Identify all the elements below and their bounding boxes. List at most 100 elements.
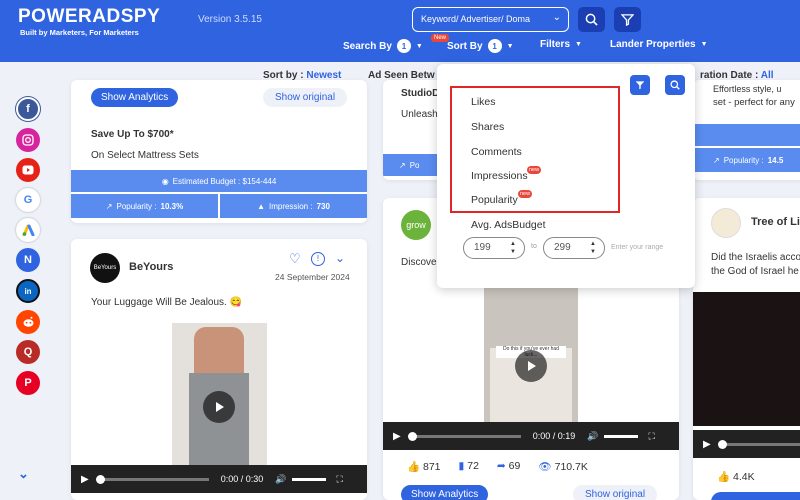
menu-filters[interactable]: Filters ▼: [540, 39, 582, 50]
likes-count: 871: [423, 461, 441, 473]
reddit-icon[interactable]: [16, 310, 40, 334]
version-label: Version 3.5.15: [198, 14, 262, 25]
linkedin-icon[interactable]: in: [16, 279, 40, 303]
stepper-arrows-icon[interactable]: ▲ ▼: [510, 240, 516, 256]
thumbs-up-icon: 👍: [717, 471, 731, 483]
video-controls: ▶ 0:00 / 0:30 🔊 ⛶: [71, 465, 367, 493]
comments-stat: ▮ 72: [459, 460, 479, 473]
ad-title: Save Up To $700*: [91, 129, 174, 140]
avatar: [711, 208, 741, 238]
impression-label: Impression :: [268, 201, 313, 211]
play-icon[interactable]: ▶: [703, 439, 711, 450]
trend-icon: ↗: [713, 155, 720, 165]
estimated-budget: Estimated Budget : $154-444: [172, 176, 277, 186]
ad-date: 24 September 2024: [275, 272, 350, 282]
native-icon[interactable]: N: [16, 248, 40, 272]
video-time: 0:00 / 0:30: [220, 474, 264, 484]
video-progress[interactable]: [407, 431, 521, 441]
thumbs-up-icon: 👍: [407, 461, 421, 473]
play-icon[interactable]: ▶: [393, 431, 401, 442]
chevron-down-icon: ▼: [575, 41, 582, 48]
menu-lander-label: Lander Properties: [610, 39, 696, 50]
google-ads-icon[interactable]: [16, 218, 40, 242]
shares-stat: ➦ 69: [497, 460, 520, 473]
share-icon: ➦: [496, 460, 506, 472]
google-icon[interactable]: G: [16, 188, 40, 212]
menu-sort-by[interactable]: Sort By 1 ▼: [447, 39, 514, 53]
advertiser-name[interactable]: StudioD: [401, 88, 439, 99]
apply-filter-button[interactable]: [630, 75, 650, 95]
stepper-arrows-icon[interactable]: ▲ ▼: [590, 240, 596, 256]
popularity-value: 14.5: [767, 155, 784, 165]
pinterest-icon[interactable]: P: [16, 371, 40, 395]
likes-count: 4.4K: [733, 471, 755, 483]
impression-stat: ▲ Impression : 730: [220, 194, 367, 218]
views-stat: 👁 710.7K: [538, 460, 588, 473]
youtube-icon[interactable]: [16, 158, 40, 182]
video-time: 0:00 / 0:19: [532, 431, 576, 441]
budget-max-input[interactable]: 299 ▲ ▼: [543, 237, 605, 259]
volume-slider[interactable]: [292, 477, 327, 481]
favorite-icon[interactable]: ♡: [289, 251, 301, 267]
flame-icon: ▲: [257, 201, 265, 211]
show-analytics-button[interactable]: Show Analytics: [401, 485, 489, 500]
volume-icon[interactable]: 🔊: [275, 474, 286, 485]
budget-icon: ◉: [161, 176, 169, 186]
video-progress[interactable]: [717, 439, 800, 449]
ad-text: Your Luggage Will Be Jealous. 😋: [91, 297, 243, 308]
play-button[interactable]: [203, 391, 235, 423]
popularity-stat: ↗ Po: [383, 154, 443, 176]
fullscreen-icon[interactable]: ⛶: [648, 431, 654, 442]
ad-video-frame[interactable]: [693, 292, 800, 426]
menu-search-by-label: Search By: [343, 40, 392, 52]
show-original-button[interactable]: Show original: [263, 88, 348, 107]
facebook-icon[interactable]: f: [16, 97, 40, 121]
model-torso: [194, 327, 244, 375]
advertiser-name[interactable]: BeYours: [129, 261, 173, 273]
play-icon[interactable]: ▶: [81, 474, 89, 485]
search-button[interactable]: [665, 75, 685, 95]
show-analytics-button[interactable]: [711, 492, 800, 500]
chevron-down-icon: ⌄: [552, 12, 561, 23]
estimated-budget-bar: ◉ Estimated Budget : $154-444: [71, 170, 367, 192]
filter-reset-button[interactable]: [614, 7, 641, 32]
video-progress[interactable]: [95, 474, 209, 484]
likes-stat: 👍 871: [407, 460, 441, 473]
logo[interactable]: POWERADSPY: [18, 6, 160, 28]
quora-icon[interactable]: Q: [16, 340, 40, 364]
sort-by-count-badge: 1: [487, 39, 502, 53]
popularity-stat: ↗ Popularity : 10.3%: [71, 194, 218, 218]
menu-search-by[interactable]: Search By 1 ▼: [343, 39, 423, 53]
ad-text: set - perfect for any: [713, 97, 795, 108]
filter-icon: [635, 81, 645, 90]
menu-lander-properties[interactable]: Lander Properties ▼: [610, 39, 708, 50]
logo-tagline: Built by Marketers, For Marketers: [20, 28, 139, 37]
play-button[interactable]: [515, 350, 547, 382]
filter-icon: [621, 14, 634, 26]
popularity-label: Po: [409, 160, 420, 170]
fullscreen-icon[interactable]: ⛶: [336, 474, 342, 485]
scroll-down-chevron-icon[interactable]: ⌄: [18, 466, 29, 482]
show-analytics-button[interactable]: Show Analytics: [91, 88, 179, 107]
chevron-down-icon[interactable]: ⌄: [335, 251, 345, 265]
search-placeholder: Keyword/ Advertiser/ Doma: [421, 14, 531, 24]
budget-min-input[interactable]: 199 ▲ ▼: [463, 237, 525, 259]
popularity-value: 10.3%: [160, 201, 184, 211]
engagement-stats: 👍 871 ▮ 72 ➦ 69 👁 710.7K: [407, 460, 588, 473]
volume-icon[interactable]: 🔊: [587, 431, 598, 442]
search-by-count-badge: 1: [396, 39, 411, 53]
advertiser-name[interactable]: Tree of Li: [751, 216, 800, 228]
chevron-down-icon: ▼: [415, 42, 423, 50]
ad-text: Effortless style, u: [713, 84, 782, 94]
avatar: grow: [401, 210, 431, 240]
show-original-button[interactable]: Show original: [573, 485, 658, 500]
top-header: POWERADSPY Built by Marketers, For Marke…: [0, 0, 800, 62]
trend-icon: ↗: [105, 201, 113, 211]
info-icon[interactable]: !: [311, 252, 325, 266]
instagram-icon[interactable]: [16, 128, 40, 152]
search-button[interactable]: [578, 7, 605, 32]
budget-max-value: 299: [554, 242, 571, 253]
volume-slider[interactable]: [604, 434, 639, 438]
search-input[interactable]: Keyword/ Advertiser/ Doma ⌄: [412, 7, 569, 32]
search-icon: [585, 13, 598, 26]
